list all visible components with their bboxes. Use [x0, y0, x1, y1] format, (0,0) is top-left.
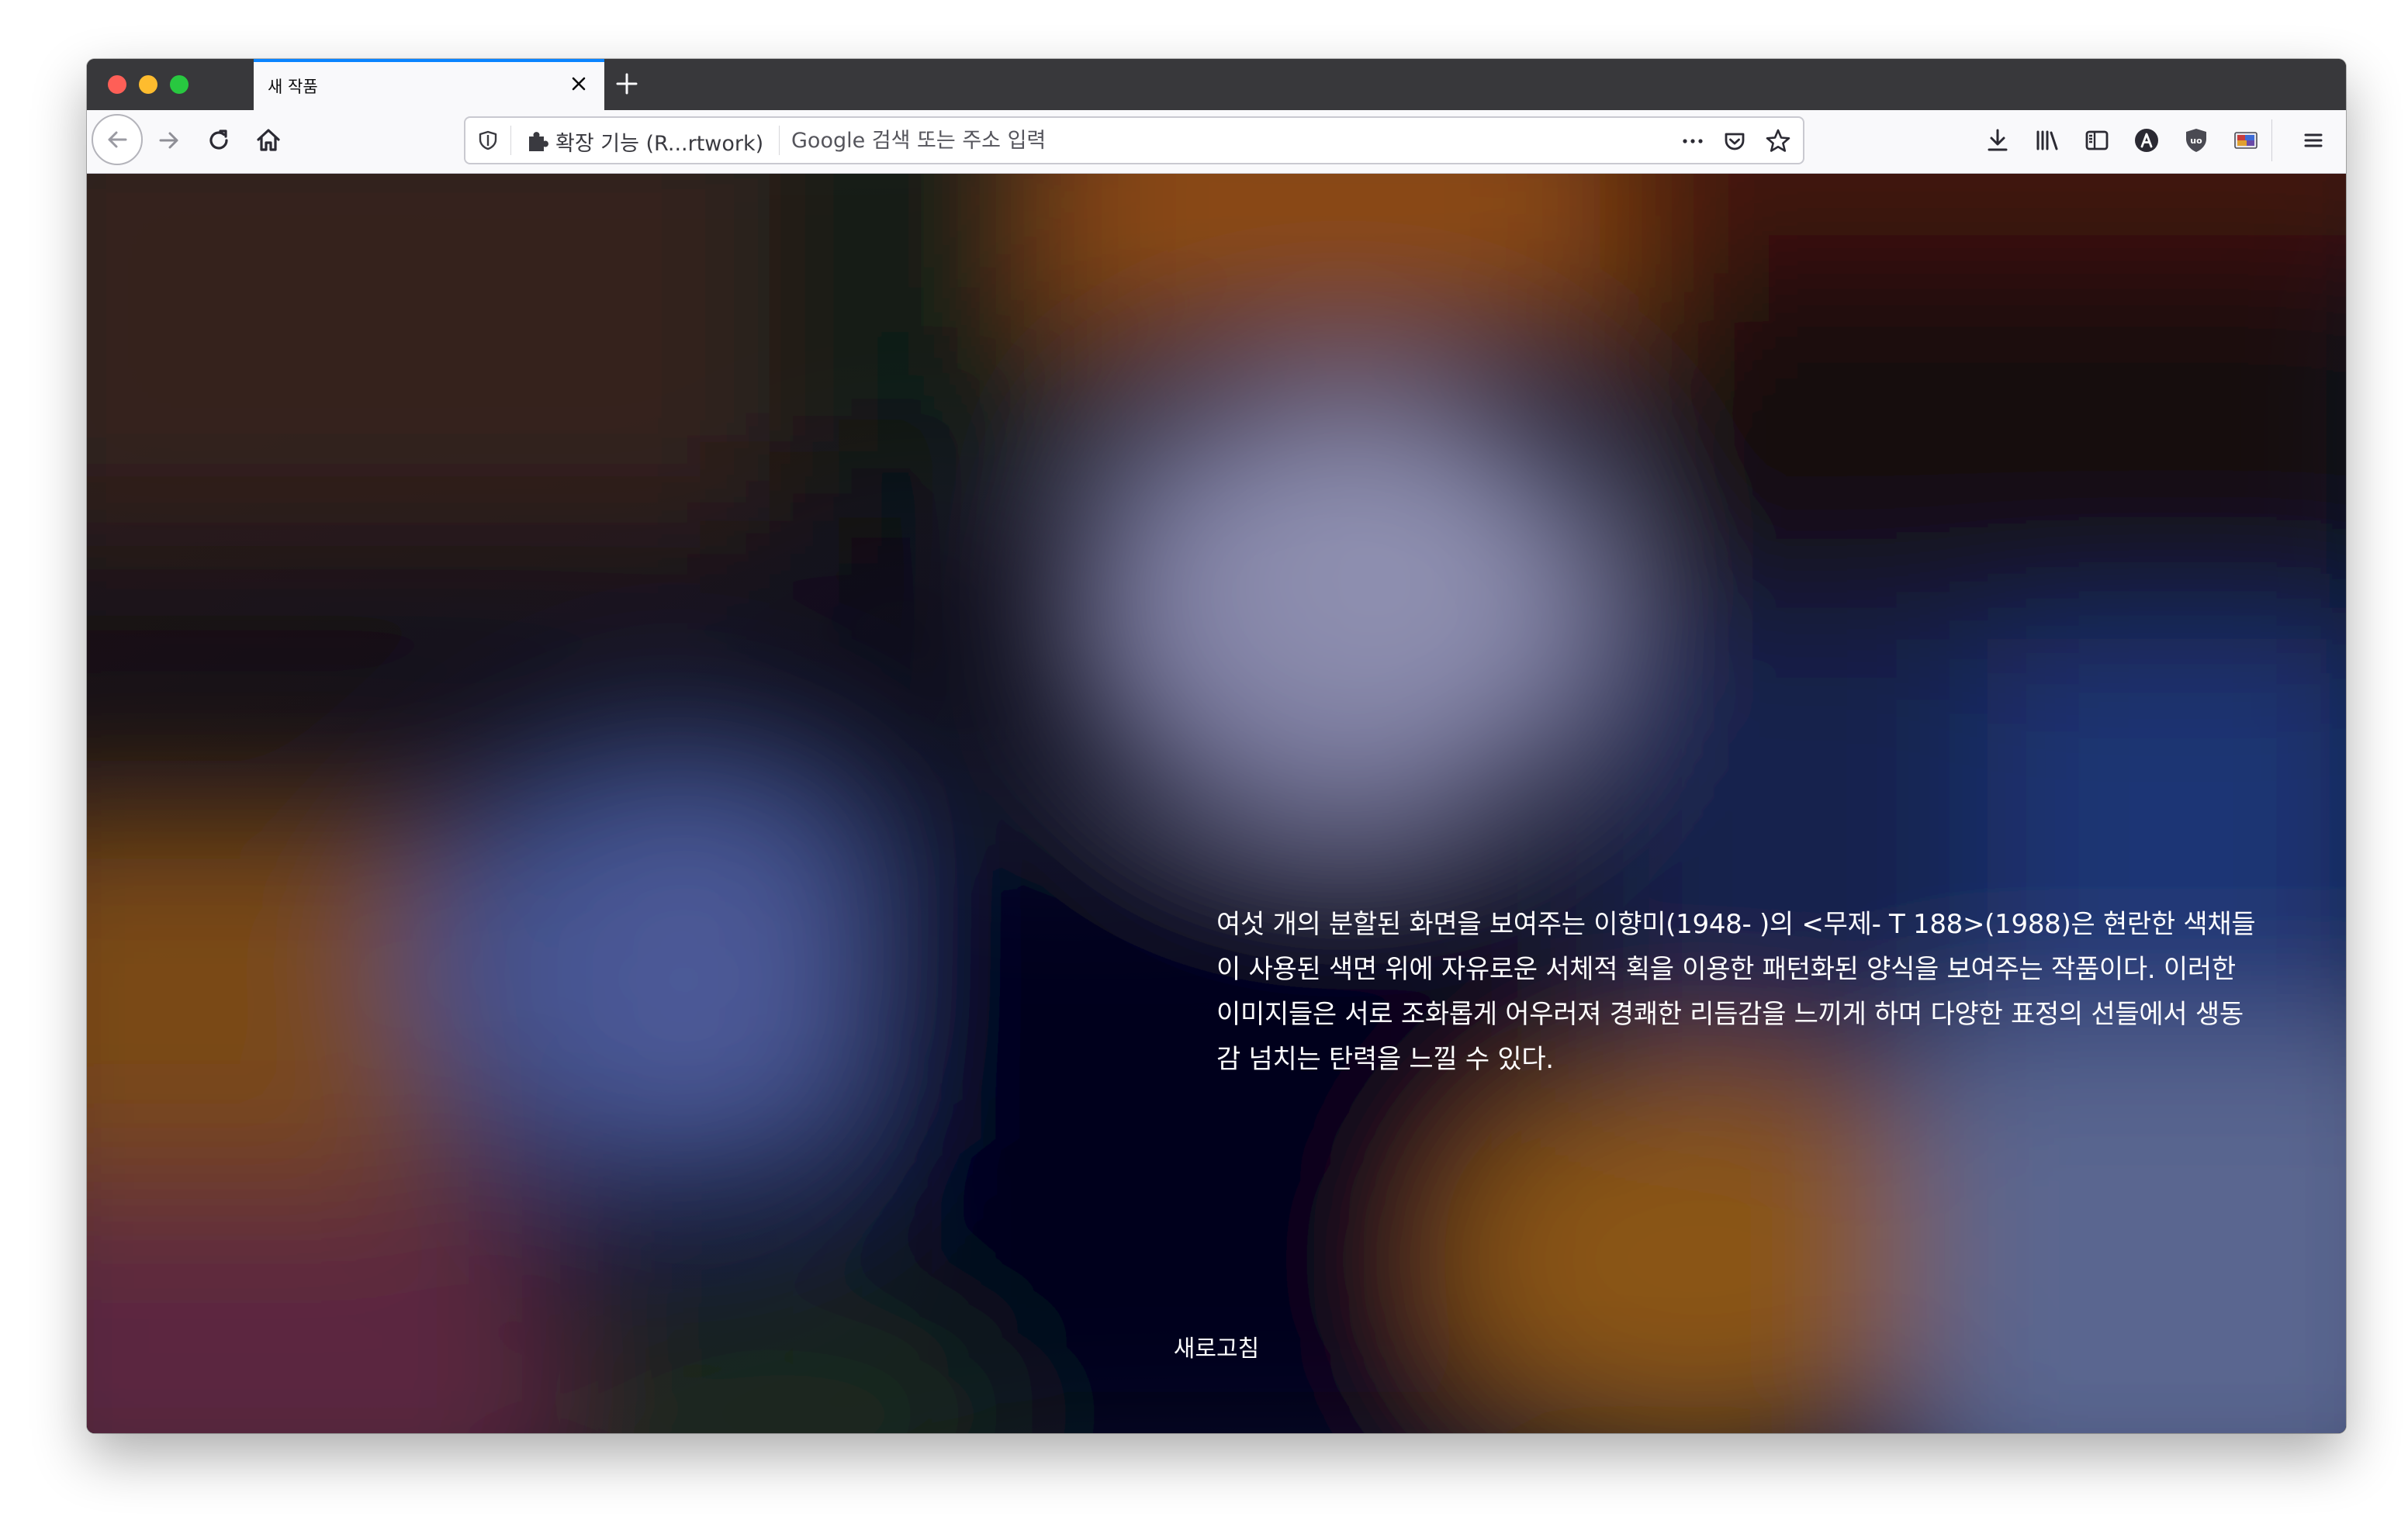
puzzle-piece-icon — [529, 132, 548, 151]
artwork-description: 여섯 개의 분할된 화면을 보여주는 이향미(1948- )의 <무제- T 1… — [1216, 909, 2256, 1075]
window-maximize-button[interactable] — [170, 75, 189, 94]
browser-window: 새 작품 확장 기능 (R...rtwork) Google 검색 또는 주소 … — [87, 59, 2346, 1433]
navigation-toolbar: 확장 기능 (R...rtwork) u — [87, 110, 2346, 174]
forward-button[interactable] — [144, 116, 194, 165]
url-separator — [510, 126, 511, 155]
tab-close-icon[interactable] — [567, 72, 590, 95]
address-input[interactable] — [791, 124, 1645, 157]
pocket-icon[interactable] — [1719, 126, 1750, 157]
bookmark-star-icon[interactable] — [1763, 126, 1794, 157]
extension-artwork-icon[interactable] — [2227, 122, 2264, 159]
url-bar[interactable]: 확장 기능 (R...rtwork) — [464, 116, 1804, 164]
page-actions-icon[interactable] — [1677, 126, 1708, 157]
window-minimize-button[interactable] — [139, 75, 157, 94]
extension-identity[interactable]: 확장 기능 (R...rtwork) — [524, 126, 763, 157]
back-arrow-icon — [108, 131, 127, 148]
extension-identity-label: 확장 기능 (R...rtwork) — [555, 131, 764, 156]
reload-icon — [209, 130, 228, 150]
reload-button[interactable] — [194, 116, 244, 165]
sidebar-icon[interactable] — [2078, 122, 2116, 159]
back-button[interactable] — [92, 114, 143, 165]
window-close-button[interactable] — [108, 75, 126, 94]
home-button[interactable] — [244, 116, 293, 165]
ublock-icon[interactable]: uo — [2178, 122, 2215, 159]
toolbar-separator — [2271, 119, 2272, 161]
new-tab-plus-icon[interactable] — [611, 68, 642, 99]
downloads-icon[interactable] — [1979, 122, 2016, 159]
svg-text:uo: uo — [2190, 136, 2202, 146]
home-icon — [257, 129, 280, 151]
refresh-button[interactable]: 새로고침 — [1166, 1325, 1267, 1368]
tab-strip: 새 작품 — [87, 59, 2346, 110]
forward-arrow-icon — [159, 132, 178, 149]
page-content: 여섯 개의 분할된 화면을 보여주는 이향미(1948- )의 <무제- T 1… — [87, 174, 2346, 1433]
url-separator — [779, 126, 780, 155]
library-icon[interactable] — [2029, 122, 2066, 159]
tab-title: 새 작품 — [268, 78, 318, 96]
tab-new-artwork[interactable]: 새 작품 — [254, 59, 604, 110]
tracking-shield-icon[interactable] — [475, 127, 501, 154]
menu-icon[interactable] — [2295, 122, 2332, 159]
blurred-artwork-background — [87, 174, 2346, 1433]
account-icon[interactable] — [2128, 122, 2165, 159]
